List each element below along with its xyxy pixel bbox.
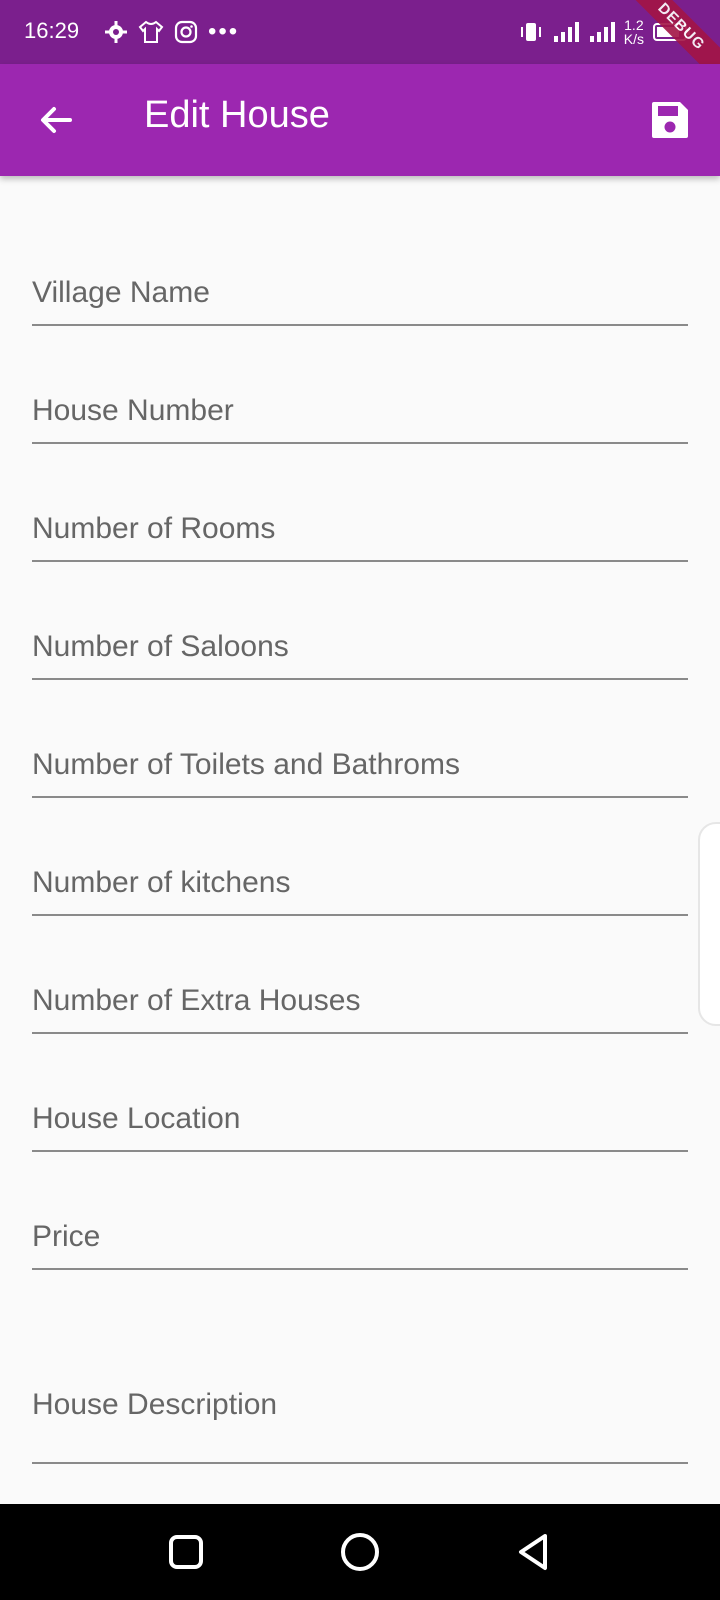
net-speed-unit: K/s [623,31,644,47]
instagram-icon [174,20,198,44]
vibrate-icon [520,23,541,41]
page-title: Edit House [144,94,330,136]
number-of-kitchens-field[interactable]: Number of kitchens [32,798,688,916]
field-label: Price [32,1220,101,1253]
number-of-rooms-field[interactable]: Number of Rooms [32,444,688,562]
field-label: House Location [32,1102,241,1135]
field-label: Number of Rooms [32,512,276,545]
triangle-back-icon[interactable] [512,1530,556,1574]
net-speed-value: 1.2 [624,17,644,33]
number-of-saloons-field[interactable]: Number of Saloons [32,562,688,680]
field-label: Village Name [32,276,210,309]
more-dots-icon: ••• [208,18,240,45]
field-label: House Description [32,1388,278,1421]
shirt-icon [138,20,164,43]
edge-panel-handle[interactable] [698,822,720,1026]
field-label: Number of Extra Houses [32,984,361,1017]
field-label: House Number [32,394,234,427]
house-description-field[interactable]: House Description [32,1270,688,1464]
arrow-left-icon[interactable] [34,98,78,142]
save-icon[interactable] [648,98,692,142]
net-speed: 1.2 K/s [624,18,644,46]
status-time: 16:29 [24,18,80,43]
circle-icon[interactable] [338,1530,382,1574]
price-field[interactable]: Price [32,1152,688,1270]
number-of-toilets-field[interactable]: Number of Toilets and Bathroms [32,680,688,798]
status-notification-icons: ••• [104,18,239,46]
signal-h-icon [589,22,615,42]
number-of-extra-houses-field[interactable]: Number of Extra Houses [32,916,688,1034]
field-label: Number of Saloons [32,630,289,663]
edit-house-form: Village Name House Number Number of Room… [32,176,688,1464]
square-icon[interactable] [164,1530,208,1574]
house-number-field[interactable]: House Number [32,326,688,444]
house-location-field[interactable]: House Location [32,1034,688,1152]
status-bar: 16:29 ••• 1.2 K/s DEBUG [0,0,720,90]
signal-icon [553,22,579,42]
app-bar: Edit House [0,64,720,176]
gear-icon [105,21,127,43]
field-label: Number of Toilets and Bathroms [32,748,460,781]
system-nav-bar [0,1504,720,1600]
village-name-field[interactable]: Village Name [32,208,688,326]
field-label: Number of kitchens [32,866,291,899]
